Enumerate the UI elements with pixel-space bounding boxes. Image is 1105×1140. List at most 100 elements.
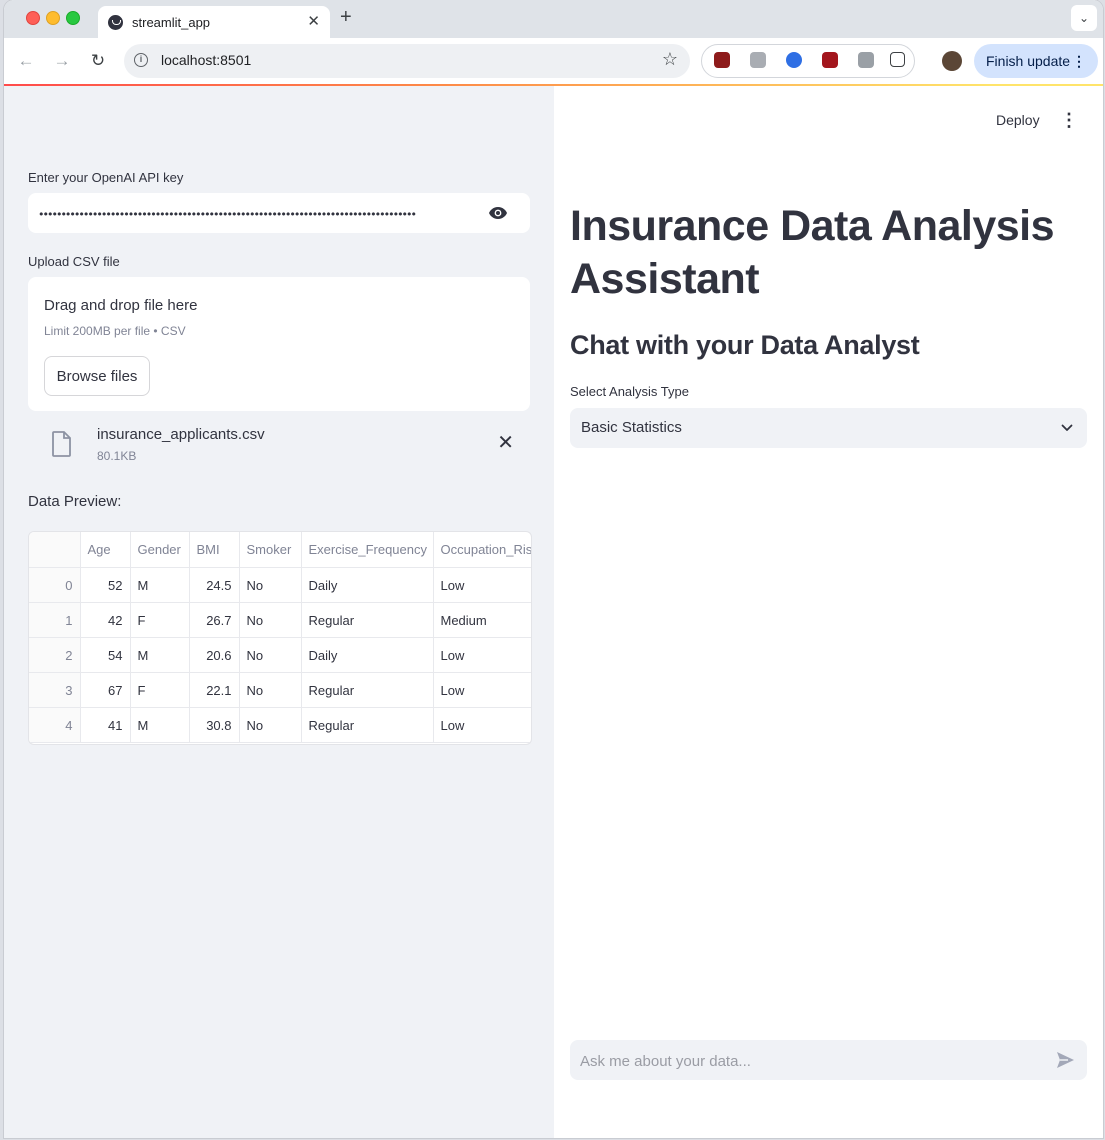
page-title: Insurance Data Analysis Assistant [570, 202, 1055, 303]
chat-input-box[interactable] [570, 1040, 1087, 1082]
cell-bmi[interactable]: 26.7 [189, 602, 240, 638]
table-header-row: Age Gender BMI Smoker Exercise_Frequency… [29, 532, 531, 568]
eye-icon[interactable] [488, 206, 508, 220]
column-header-index[interactable] [29, 532, 81, 568]
tab-search-chevron-icon[interactable]: ⌄ [1071, 5, 1097, 31]
column-header-smoker[interactable]: Smoker [239, 532, 302, 568]
cell-bmi[interactable]: 30.8 [189, 707, 240, 743]
uploaded-file-size: 80.1KB [97, 449, 137, 463]
cell-smoker[interactable]: No [239, 672, 302, 708]
cell-exercise-frequency[interactable]: Daily [301, 637, 434, 673]
column-header-age[interactable]: Age [80, 532, 131, 568]
more-vertical-icon: ⋮ [1072, 53, 1086, 69]
file-dropzone[interactable]: Drag and drop file here Limit 200MB per … [28, 277, 530, 411]
reload-icon[interactable]: ↻ [86, 49, 110, 73]
cell-occupation-risk[interactable]: Low [433, 707, 531, 743]
column-header-occupation-risk[interactable]: Occupation_Risk [433, 532, 531, 568]
cell-gender[interactable]: M [130, 707, 190, 743]
table-row: 4 41 M 30.8 No Regular Low [29, 707, 531, 743]
address-bar[interactable]: i localhost:8501 ☆ [124, 44, 690, 78]
profile-avatar[interactable] [942, 51, 962, 71]
cell-occupation-risk[interactable]: Low [433, 567, 531, 603]
dropzone-limit: Limit 200MB per file • CSV [44, 324, 186, 338]
chat-subheader: Chat with your Data Analyst [570, 330, 920, 360]
cell-age[interactable]: 67 [80, 672, 131, 708]
file-icon [52, 431, 71, 457]
browse-files-button[interactable]: Browse files [44, 356, 150, 396]
cell-smoker[interactable]: No [239, 707, 302, 743]
table-row: 1 42 F 26.7 No Regular Medium [29, 602, 531, 638]
row-index: 0 [29, 567, 81, 603]
deploy-button[interactable]: Deploy [996, 112, 1040, 128]
cell-smoker[interactable]: No [239, 602, 302, 638]
cell-smoker[interactable]: No [239, 637, 302, 673]
row-index: 2 [29, 637, 81, 673]
cell-occupation-risk[interactable]: Low [433, 637, 531, 673]
tab-close-icon[interactable]: ✕ [307, 12, 320, 30]
browser-toolbar: ← → ↻ i localhost:8501 ☆ Finish update ⋮ [4, 38, 1103, 84]
cell-gender[interactable]: M [130, 567, 190, 603]
analysis-type-label: Select Analysis Type [570, 384, 689, 399]
new-tab-button[interactable]: + [340, 6, 352, 29]
analysis-type-select[interactable]: Basic Statistics [570, 408, 1087, 448]
cell-exercise-frequency[interactable]: Daily [301, 567, 434, 603]
chat-input[interactable] [578, 1040, 1042, 1082]
remove-file-icon[interactable]: ✕ [497, 430, 514, 455]
cell-exercise-frequency[interactable]: Regular [301, 707, 434, 743]
chevron-down-icon [1061, 424, 1073, 431]
tab-strip: streamlit_app ✕ + ⌄ [4, 0, 1103, 38]
cell-exercise-frequency[interactable]: Regular [301, 602, 434, 638]
cell-bmi[interactable]: 22.1 [189, 672, 240, 708]
dropzone-title: Drag and drop file here [44, 297, 198, 314]
finish-update-label: Finish update [986, 53, 1071, 69]
data-preview-table[interactable]: Age Gender BMI Smoker Exercise_Frequency… [28, 531, 532, 745]
camera-extension-icon[interactable] [858, 52, 874, 68]
url-text[interactable]: localhost:8501 [161, 52, 251, 68]
shield-extension-icon[interactable] [822, 52, 838, 68]
bookmark-star-icon[interactable]: ☆ [662, 49, 678, 70]
main-menu-icon[interactable]: ⋮ [1060, 110, 1078, 131]
cell-exercise-frequency[interactable]: Regular [301, 672, 434, 708]
minimize-window-button[interactable] [46, 11, 60, 25]
cell-gender[interactable]: M [130, 637, 190, 673]
upload-label: Upload CSV file [28, 254, 120, 269]
finish-update-button[interactable]: Finish update ⋮ [974, 44, 1098, 78]
analysis-type-value: Basic Statistics [581, 419, 682, 436]
column-header-gender[interactable]: Gender [130, 532, 190, 568]
forward-arrow-icon[interactable]: → [50, 49, 74, 73]
sync-extension-icon[interactable] [786, 52, 802, 68]
cell-bmi[interactable]: 20.6 [189, 637, 240, 673]
column-header-exercise-frequency[interactable]: Exercise_Frequency [301, 532, 434, 568]
site-info-icon[interactable]: i [134, 53, 148, 67]
browser-window: streamlit_app ✕ + ⌄ ← → ↻ i localhost:85… [4, 0, 1103, 1138]
cell-bmi[interactable]: 24.5 [189, 567, 240, 603]
close-window-button[interactable] [26, 11, 40, 25]
cell-occupation-risk[interactable]: Low [433, 672, 531, 708]
back-arrow-icon[interactable]: ← [14, 49, 38, 73]
cell-age[interactable]: 54 [80, 637, 131, 673]
cell-age[interactable]: 52 [80, 567, 131, 603]
cell-gender[interactable]: F [130, 672, 190, 708]
send-icon[interactable] [1056, 1051, 1075, 1069]
table-row: 0 52 M 24.5 No Daily Low [29, 567, 531, 603]
table-row: 3 67 F 22.1 No Regular Low [29, 672, 531, 708]
tab-title: streamlit_app [132, 15, 211, 30]
api-key-field[interactable] [28, 193, 530, 235]
api-key-input[interactable] [36, 193, 470, 235]
cell-smoker[interactable]: No [239, 567, 302, 603]
cell-gender[interactable]: F [130, 602, 190, 638]
cell-age[interactable]: 41 [80, 707, 131, 743]
column-header-bmi[interactable]: BMI [189, 532, 240, 568]
cell-occupation-risk[interactable]: Medium [433, 602, 531, 638]
streamlit-favicon-icon [108, 15, 123, 30]
row-index: 1 [29, 602, 81, 638]
maximize-window-button[interactable] [66, 11, 80, 25]
api-key-label: Enter your OpenAI API key [28, 170, 184, 185]
main-content: Deploy ⋮ Insurance Data Analysis Assista… [554, 86, 1103, 1138]
ublock-extension-icon[interactable] [714, 52, 730, 68]
browser-tab[interactable]: streamlit_app ✕ [98, 6, 330, 38]
row-index: 4 [29, 707, 81, 743]
tab-extension-icon[interactable] [750, 52, 766, 68]
cell-age[interactable]: 42 [80, 602, 131, 638]
puzzle-extensions-icon[interactable] [890, 52, 905, 67]
